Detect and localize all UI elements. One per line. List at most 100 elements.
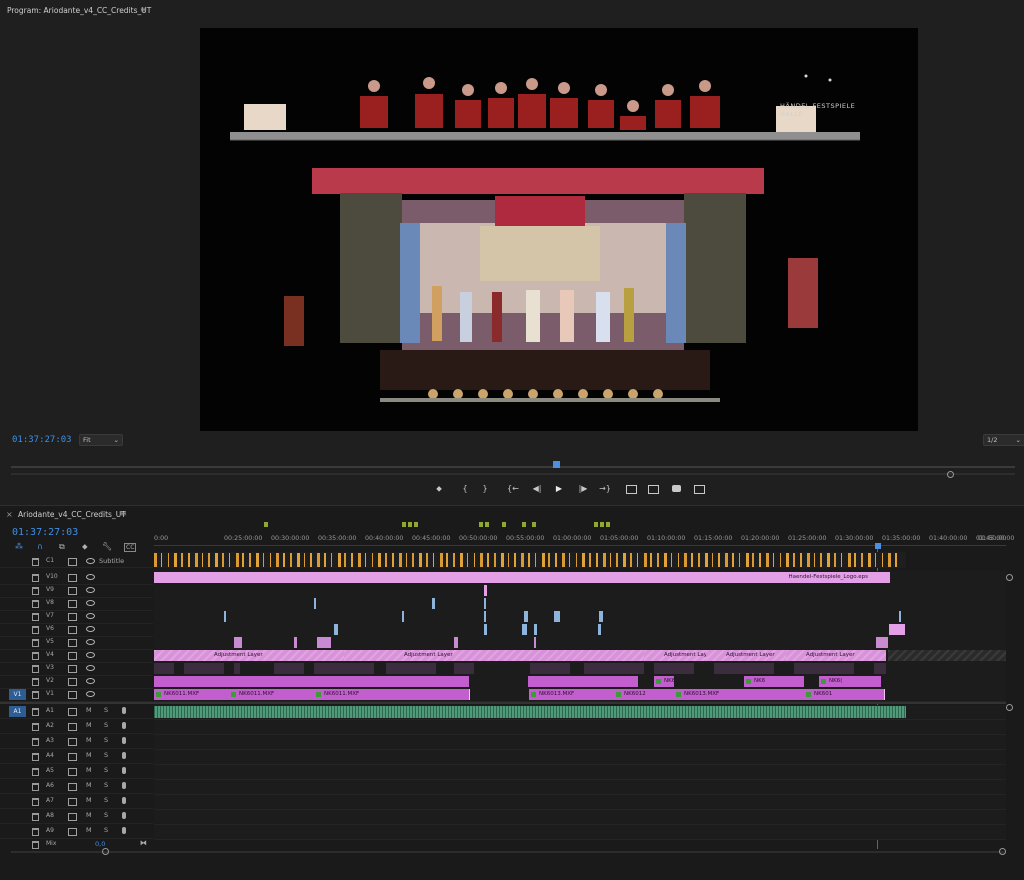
caption-block[interactable] [888, 553, 892, 567]
caption-block[interactable] [711, 553, 714, 567]
video-track-lane[interactable]: Haendel-Festspiele_Logo.eps [154, 571, 1006, 585]
v1-clip[interactable]: NK6013.MXF [529, 689, 615, 700]
small-clip[interactable] [598, 624, 601, 635]
marker[interactable] [408, 522, 412, 527]
toggle-track-output-icon[interactable] [68, 613, 77, 621]
eye-icon[interactable] [86, 574, 95, 580]
timeline-zoom-handle-left[interactable] [102, 848, 109, 855]
caption-block[interactable] [439, 553, 443, 567]
mute-button[interactable]: M [86, 826, 92, 834]
marker-icon[interactable]: ⬥ [432, 483, 446, 495]
small-clip[interactable] [454, 637, 458, 648]
microphone-icon[interactable] [122, 827, 126, 834]
caption-block[interactable] [514, 553, 516, 567]
adjustment-layer-clip[interactable]: Adjustment Layer [344, 650, 644, 661]
caption-block[interactable] [861, 553, 863, 567]
lock-icon[interactable] [32, 723, 39, 731]
microphone-icon[interactable] [122, 752, 126, 759]
add-marker-icon[interactable]: ⬥ [82, 542, 88, 552]
caption-block[interactable] [364, 553, 367, 567]
lock-icon[interactable] [32, 665, 39, 673]
sync-lock-icon[interactable] [68, 708, 77, 716]
sequence-tab[interactable]: Ariodante_v4_CC_Credits_UT [18, 510, 126, 519]
caption-block[interactable] [568, 553, 571, 567]
caption-block[interactable] [446, 553, 448, 567]
toggle-track-output-icon[interactable] [68, 574, 77, 582]
caption-block[interactable] [684, 553, 688, 567]
dense-clip[interactable] [714, 663, 774, 674]
caption-block[interactable] [881, 553, 884, 567]
caption-block[interactable] [732, 553, 734, 567]
small-clip[interactable] [524, 611, 528, 622]
eye-icon[interactable] [86, 639, 95, 645]
caption-block[interactable] [793, 553, 795, 567]
small-clip[interactable] [294, 637, 297, 648]
caption-block[interactable] [256, 553, 259, 567]
caption-block[interactable] [786, 553, 790, 567]
caption-block[interactable] [269, 553, 272, 567]
small-clip[interactable] [402, 611, 404, 622]
caption-block[interactable] [453, 553, 455, 567]
caption-block[interactable] [834, 553, 836, 567]
caption-block[interactable] [677, 553, 680, 567]
caption-block[interactable] [779, 553, 782, 567]
adjustment-layer-clip[interactable]: Adjustment Layer [786, 650, 886, 661]
small-clip[interactable] [484, 598, 486, 609]
caption-block[interactable] [657, 553, 659, 567]
caption-block[interactable] [630, 553, 632, 567]
caption-block[interactable] [718, 553, 720, 567]
eye-icon[interactable] [86, 665, 95, 671]
sync-lock-icon[interactable] [68, 798, 77, 806]
toggle-track-output-icon[interactable] [68, 665, 77, 673]
mute-button[interactable]: M [86, 796, 92, 804]
solo-button[interactable]: S [104, 811, 108, 819]
marker[interactable] [532, 522, 536, 527]
solo-button[interactable]: S [104, 826, 108, 834]
caption-block[interactable] [398, 553, 402, 567]
solo-button[interactable]: S [104, 721, 108, 729]
small-clip[interactable] [484, 585, 487, 596]
dense-clip[interactable] [314, 663, 374, 674]
lock-icon[interactable] [32, 691, 39, 699]
caption-block[interactable] [283, 553, 285, 567]
go-to-out-button[interactable]: →} [598, 483, 612, 495]
video-track-lane[interactable] [154, 584, 1006, 598]
sync-lock-icon[interactable] [68, 723, 77, 731]
v1-clip[interactable]: NK6013.MXF [674, 689, 805, 700]
program-playhead[interactable] [553, 461, 560, 468]
caption-block[interactable] [752, 553, 754, 567]
audio-track-lane[interactable] [154, 735, 1006, 750]
caption-block[interactable] [494, 553, 496, 567]
resolution-dropdown[interactable]: 1/2 ⌄ [983, 434, 1024, 446]
caption-block[interactable] [507, 553, 510, 567]
step-forward-button[interactable]: |▶ [576, 483, 590, 495]
audio-track-lane[interactable] [154, 765, 1006, 780]
small-clip[interactable] [314, 598, 316, 609]
toggle-track-output-icon[interactable] [68, 587, 77, 595]
v1-clip[interactable]: NK6012 [614, 689, 675, 700]
lift-icon[interactable] [626, 485, 637, 494]
caption-block[interactable] [201, 553, 204, 567]
caption-block[interactable] [759, 553, 761, 567]
video-audio-divider[interactable] [0, 702, 1006, 704]
small-clip[interactable] [224, 611, 226, 622]
toggle-track-output-icon[interactable] [68, 600, 77, 608]
solo-button[interactable]: S [104, 751, 108, 759]
timeline-playhead-handle[interactable] [875, 543, 881, 549]
solo-button[interactable]: S [104, 796, 108, 804]
marker[interactable] [600, 522, 604, 527]
caption-block[interactable] [820, 553, 822, 567]
mute-button[interactable]: M [86, 736, 92, 744]
zoom-scroll-handle[interactable] [947, 471, 954, 478]
small-clip[interactable] [889, 624, 905, 635]
caption-block[interactable] [276, 553, 280, 567]
lock-icon[interactable] [32, 639, 39, 647]
dense-clip[interactable] [454, 663, 474, 674]
video-track-lane[interactable] [154, 623, 1006, 637]
v2-clip[interactable]: NK60 [654, 676, 679, 687]
audio-scroll-handle[interactable] [1006, 704, 1013, 711]
linked-selection-icon[interactable]: ⧉ [59, 542, 65, 552]
caption-block[interactable] [174, 553, 178, 567]
eye-icon[interactable] [86, 587, 95, 593]
caption-block[interactable] [262, 553, 265, 567]
